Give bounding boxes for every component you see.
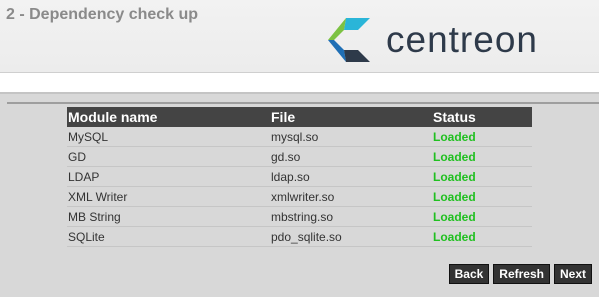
header-band: [0, 73, 599, 92]
module-status: Loaded: [432, 186, 532, 207]
table-row: SQLite pdo_sqlite.so Loaded: [67, 226, 532, 247]
header-divider-bottom: [0, 92, 599, 94]
back-button[interactable]: Back: [448, 264, 490, 284]
page-title: 2 - Dependency check up: [6, 6, 199, 23]
table-row: LDAP ldap.so Loaded: [67, 166, 532, 187]
module-status: Loaded: [432, 146, 532, 167]
dependency-table: Module name File Status MySQL mysql.so L…: [67, 107, 532, 247]
module-name: MySQL: [67, 127, 270, 147]
module-name: GD: [67, 146, 270, 167]
module-status: Loaded: [432, 206, 532, 227]
module-status: Loaded: [432, 127, 532, 147]
wizard-buttons: Back Refresh Next: [448, 264, 592, 284]
module-status: Loaded: [432, 166, 532, 187]
column-header-file: File: [270, 107, 432, 127]
module-file: xmlwriter.so: [270, 186, 432, 207]
content-divider: [7, 102, 599, 104]
table-header-row: Module name File Status: [67, 107, 532, 127]
module-file: gd.so: [270, 146, 432, 167]
refresh-button[interactable]: Refresh: [493, 264, 550, 284]
column-header-module: Module name: [67, 107, 270, 127]
table-row: MB String mbstring.so Loaded: [67, 206, 532, 227]
header: 2 - Dependency check up centreon: [0, 0, 599, 72]
module-file: mbstring.so: [270, 206, 432, 227]
module-file: ldap.so: [270, 166, 432, 187]
module-name: SQLite: [67, 226, 270, 247]
module-status: Loaded: [432, 226, 532, 247]
table-row: GD gd.so Loaded: [67, 146, 532, 167]
module-name: MB String: [67, 206, 270, 227]
module-file: mysql.so: [270, 127, 432, 147]
centreon-logo: centreon: [326, 16, 538, 64]
module-file: pdo_sqlite.so: [270, 226, 432, 247]
column-header-status: Status: [432, 107, 532, 127]
centreon-logo-icon: [328, 18, 370, 62]
logo-text: centreon: [386, 19, 538, 60]
table-row: XML Writer xmlwriter.so Loaded: [67, 186, 532, 207]
module-name: XML Writer: [67, 186, 270, 207]
module-name: LDAP: [67, 166, 270, 187]
next-button[interactable]: Next: [553, 264, 592, 284]
table-row: MySQL mysql.so Loaded: [67, 127, 532, 147]
